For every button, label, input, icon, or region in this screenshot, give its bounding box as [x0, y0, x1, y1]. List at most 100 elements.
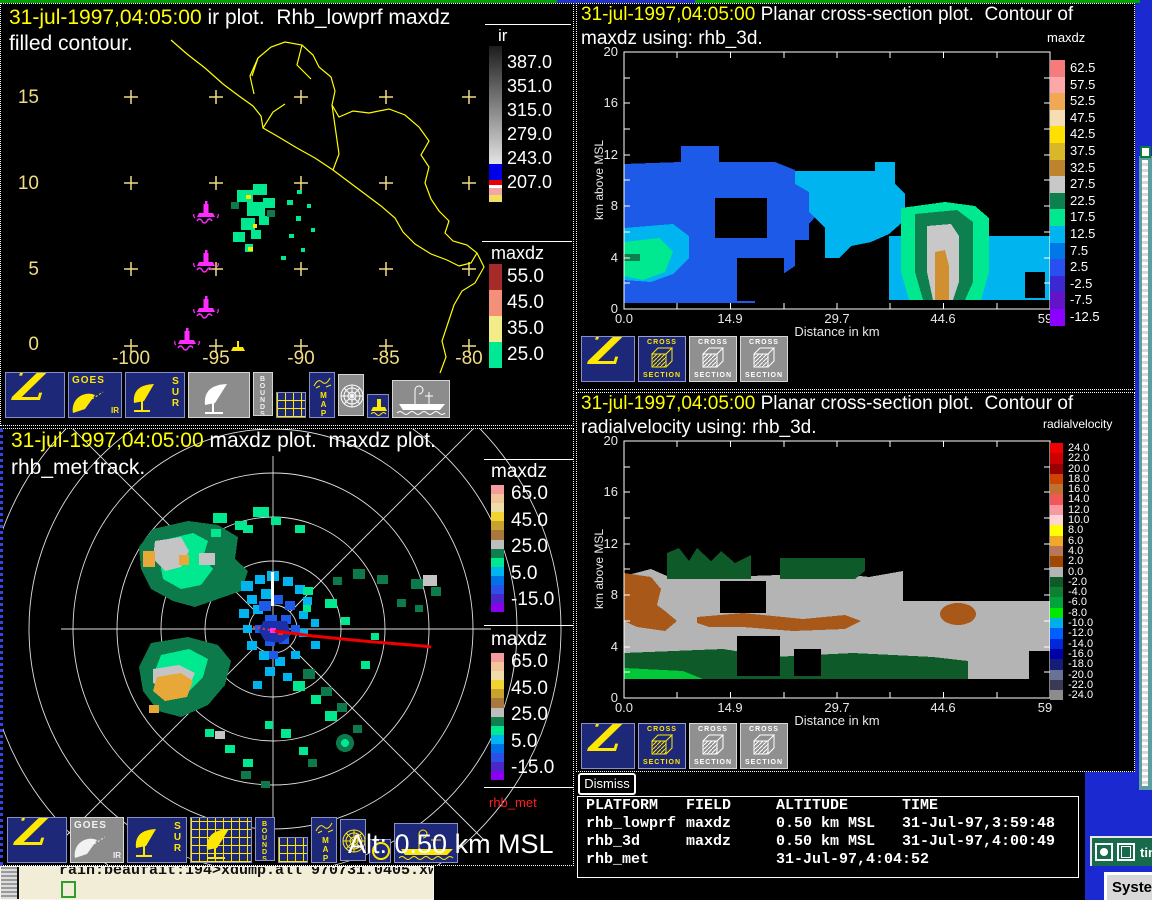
colorbar-label: 32.5	[1065, 160, 1095, 177]
colorbar-title: maxdz	[1047, 30, 1085, 45]
colorbar-divider	[484, 459, 574, 460]
map-button[interactable]: MAP	[309, 372, 335, 418]
radar-dish-icon	[130, 822, 166, 862]
svg-text:4: 4	[611, 639, 618, 654]
cross-section-button[interactable]: CROSS SECTION	[689, 336, 737, 382]
surveillance-radar-button[interactable]: SUR	[127, 817, 187, 863]
color-swatch	[1050, 292, 1065, 309]
cross-section-button[interactable]: CROSS SECTION	[740, 336, 788, 382]
colorbar-entry: 57.5	[1050, 77, 1100, 94]
polar-web-button[interactable]	[338, 374, 364, 416]
grid-button[interactable]	[276, 392, 306, 418]
table-row: rhb_3d maxdz 0.50 km MSL 31-Jul-97,4:00:…	[578, 833, 1078, 851]
cross-section-maxdz-canvas[interactable]: 20 16 12 8 4 0 0.0 14.9 29.7 44.6 59 Dis…	[593, 32, 1077, 342]
colorbar-entry: -24.0	[1050, 690, 1093, 700]
cross-section-velocity-canvas[interactable]: 20 16 12 8 4 0 0.0 14.9 29.7 44.6 59 Dis…	[593, 421, 1077, 731]
color-cell	[491, 585, 504, 594]
color-cell	[491, 494, 504, 503]
zebra-z-icon: Z	[588, 723, 625, 759]
color-swatch	[1050, 60, 1065, 77]
color-swatch	[1050, 608, 1063, 618]
svg-text:8: 8	[611, 198, 618, 213]
colorbar-entry: 52.5	[1050, 93, 1100, 110]
color-swatch	[1050, 649, 1063, 659]
cube-icon	[700, 733, 726, 755]
goes-ir-button[interactable]: GOES IR	[70, 817, 124, 863]
cross-section-button-active[interactable]: CROSS SECTION	[638, 336, 686, 382]
zebra-logo-button[interactable]: Z	[581, 336, 635, 382]
satellite-dish-icon	[71, 389, 105, 415]
colorbar-label: 55.0	[502, 264, 544, 290]
right-edge-window-button[interactable]	[1140, 146, 1151, 158]
maxdz-colorbar-2	[491, 653, 504, 780]
system-window[interactable]: System	[1104, 872, 1152, 900]
bounds-button[interactable]: BOUNDS	[255, 817, 275, 861]
colorbar-label: -18.0	[1063, 659, 1093, 669]
color-cell	[491, 540, 504, 549]
radar-grid-button[interactable]	[188, 372, 250, 418]
cross-section-button-active[interactable]: CROSS SECTION	[638, 723, 686, 769]
grid-button[interactable]	[278, 837, 308, 863]
y-axis-label: km above MSL	[593, 529, 606, 609]
colorbar-label: 45.0	[511, 508, 554, 535]
ship-button[interactable]	[392, 380, 450, 418]
colorbar-entry: 25.0	[489, 342, 544, 368]
zebra-logo-button[interactable]: Z	[7, 817, 67, 863]
map-button[interactable]: MAP	[311, 817, 337, 863]
x-tick: -100	[101, 348, 161, 370]
buoy-button[interactable]	[367, 394, 389, 418]
radar-echo-northwest	[139, 521, 248, 607]
color-cell	[491, 512, 504, 521]
terminal-cursor	[61, 881, 76, 898]
grid-crosses	[124, 90, 476, 353]
bounds-button[interactable]: BOUNDS	[253, 372, 273, 416]
header-altitude: ALTITUDE	[776, 798, 902, 814]
colorbar-divider	[484, 787, 574, 788]
colorbar-divider	[482, 241, 572, 242]
tim-window-titlebar[interactable]: tim	[1090, 836, 1152, 866]
contour-fill-maxdz	[624, 146, 1050, 303]
color-swatch	[1050, 690, 1063, 700]
color-swatch	[1050, 474, 1063, 484]
colorbar-entry: -12.5	[1050, 309, 1100, 326]
map-squiggle-icon	[312, 374, 334, 390]
cross-section-button[interactable]: CROSS SECTION	[740, 723, 788, 769]
panel-ir-plot: 31-jul-1997,04:05:00 ir plot. Rhb_lowprf…	[0, 3, 574, 426]
panel-title: 31-jul-1997,04:05:00 Planar cross-sectio…	[581, 4, 1073, 26]
platform-cell: rhb_lowprf	[586, 816, 686, 832]
svg-text:16: 16	[604, 484, 618, 499]
right-edge-window-frame[interactable]	[1139, 156, 1152, 790]
color-cell	[491, 594, 504, 603]
right-edge-scrollbar[interactable]	[1142, 160, 1148, 786]
goes-ir-button[interactable]: GOES IR	[68, 372, 122, 418]
ship-icon	[395, 382, 449, 416]
colorbar-label: -12.5	[1065, 309, 1100, 326]
cross-section-button[interactable]: CROSS SECTION	[689, 723, 737, 769]
cube-icon	[700, 346, 726, 368]
terminal-window[interactable]: rain:beaufait:194>xdump.all 970731.0405.…	[0, 866, 434, 900]
colorbar-label: -24.0	[1063, 690, 1093, 700]
colorbar-label: 65.0	[511, 649, 554, 676]
maxdz-colorbar-1-labels: 65.045.025.05.0-15.0	[511, 481, 554, 614]
colorbar-entry: 55.0	[489, 264, 544, 290]
window-menu-button[interactable]	[1095, 843, 1113, 861]
colorbar-label: 42.5	[1065, 126, 1095, 143]
zebra-logo-button[interactable]: Z	[581, 723, 635, 769]
dismiss-button[interactable]: Dismiss	[578, 773, 636, 795]
field-cell	[686, 852, 776, 868]
surveillance-radar-button[interactable]: SUR	[125, 372, 185, 418]
radar-grid-button[interactable]	[190, 817, 252, 863]
time-cell: 31-Jul-97,4:00:49	[902, 834, 1070, 850]
colorbar-entry: 2.5	[1050, 259, 1100, 276]
color-cell	[491, 567, 504, 576]
window-iconify-button[interactable]	[1117, 843, 1135, 861]
panel-title-line2: maxdz using: rhb_3d.	[581, 28, 763, 50]
cube-icon	[751, 733, 777, 755]
map-squiggle-icon	[314, 819, 336, 835]
color-cell	[491, 503, 504, 512]
zebra-logo-button[interactable]: Z	[5, 372, 65, 418]
terminal-scrollbar[interactable]	[1, 867, 19, 900]
colorbar-entry: 12.5	[1050, 226, 1100, 243]
timestamp: 31-jul-1997,04:05:00	[581, 393, 755, 414]
ir-panel-toolbar: Z GOES IR SUR BOUNDS MAP	[5, 372, 450, 424]
